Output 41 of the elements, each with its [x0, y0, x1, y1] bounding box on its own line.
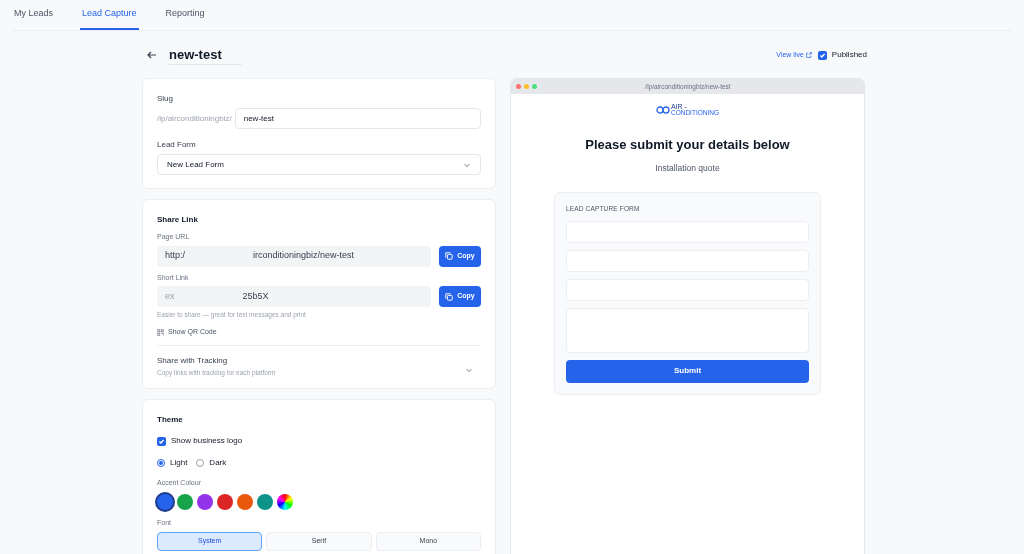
- color-swatch[interactable]: [197, 493, 213, 510]
- page-title[interactable]: new-test: [169, 44, 242, 66]
- logo-icon: [656, 104, 670, 115]
- checkbox[interactable]: [817, 50, 827, 60]
- checkbox-label: Published: [831, 49, 867, 61]
- color-swatch[interactable]: [237, 493, 253, 510]
- radio-label: Light: [170, 457, 188, 469]
- color-swatch[interactable]: [217, 493, 233, 510]
- submit-button[interactable]: Submit: [566, 359, 809, 383]
- copy-icon: [445, 252, 454, 260]
- radio-button[interactable]: [157, 459, 165, 467]
- nav-tab[interactable]: Lead Capture: [80, 0, 139, 30]
- url-field[interactable]: ex 25b5X: [157, 286, 431, 307]
- section-title: Share Link: [157, 214, 199, 226]
- url-text-start: http:/: [165, 249, 185, 263]
- copy-icon: [445, 292, 454, 301]
- section-title: Theme: [157, 414, 184, 426]
- color-wheel-icon[interactable]: [277, 493, 293, 510]
- external-link-icon: [805, 52, 812, 58]
- url-text-end: irconditioningbiz/new-test: [253, 249, 355, 263]
- window-dots-icon: [516, 84, 537, 89]
- field-label: Slug: [157, 93, 174, 105]
- lead-form-select[interactable]: New Lead Form: [157, 154, 481, 175]
- url-text-start: ex: [165, 289, 175, 303]
- url-field[interactable]: http:/ irconditioningbiz/new-test: [157, 245, 431, 267]
- checkbox[interactable]: [157, 436, 166, 446]
- slug-prefix: /lp/airconditioningbiz/: [157, 112, 232, 125]
- slug-input[interactable]: new-test: [234, 108, 481, 129]
- color-swatch[interactable]: [157, 493, 173, 510]
- field-label: Lead Form: [157, 139, 197, 151]
- color-swatch[interactable]: [177, 493, 193, 510]
- color-swatch[interactable]: [257, 493, 273, 510]
- nav-tab[interactable]: Reporting: [163, 0, 207, 30]
- nav-tab[interactable]: My Leads: [12, 0, 56, 30]
- preview-heading: Please submit your details below: [585, 135, 790, 154]
- preview-subheading: Installation quote: [655, 162, 720, 175]
- qr-icon: [157, 328, 164, 336]
- back-arrow-icon[interactable]: [147, 51, 157, 59]
- radio-label: Dark: [209, 457, 227, 469]
- url-text-end: 25b5X: [242, 289, 269, 303]
- checkbox-label: Show business logo: [171, 435, 243, 447]
